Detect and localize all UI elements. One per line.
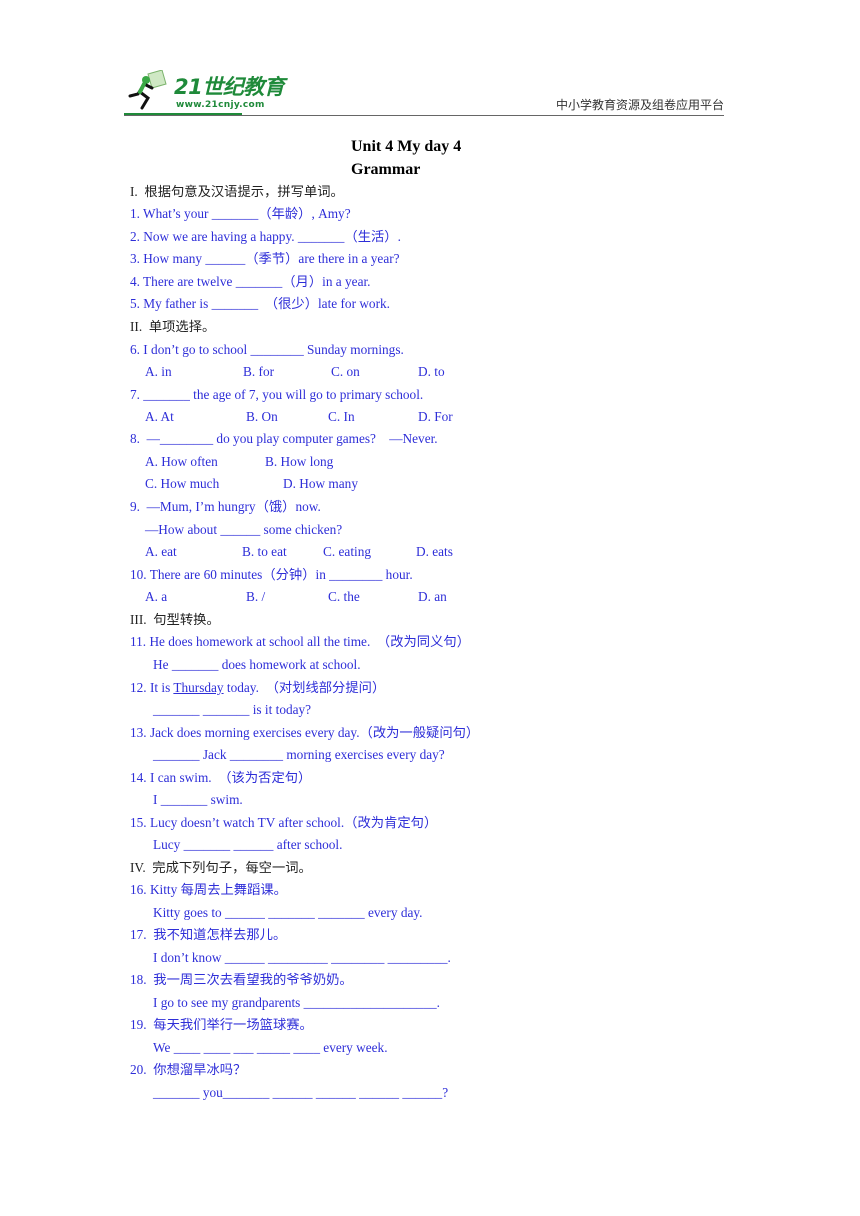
option-9c: C. eating: [323, 544, 372, 559]
question-17-answer: I don’t know ______ _________ ________ _…: [153, 950, 451, 965]
question-14-answer: I _______ swim.: [153, 792, 243, 807]
option-9b: B. to eat: [242, 544, 287, 559]
section-4-heading: IV. 完成下列句子，每空一词。: [130, 860, 312, 875]
section-2-heading: II. 单项选择。: [130, 319, 216, 334]
question-2: 2. Now we are having a happy. _______（生活…: [130, 229, 401, 244]
option-6b: B. for: [243, 364, 275, 379]
question-8: 8. —________ do you play computer games?…: [130, 431, 438, 446]
option-7c: C. In: [328, 409, 355, 424]
section-1-heading: I. 根据句意及汉语提示，拼写单词。: [130, 184, 344, 199]
logo-url: www.21cnjy.com: [176, 100, 265, 110]
question-14: 14. I can swim. （该为否定句）: [130, 770, 312, 785]
doc-title: Unit 4 My day 4: [351, 138, 462, 155]
question-5: 5. My father is _______ （很少）late for wor…: [130, 296, 390, 311]
logo-text: 21世纪教育: [174, 75, 285, 99]
question-19-answer: We ____ ____ ___ _____ ____ every week.: [153, 1040, 388, 1055]
question-12: 12. It is Thursday today. （对划线部分提问）: [130, 680, 385, 696]
section-3-heading: III. 句型转换。: [130, 612, 220, 627]
question-17: 17. 我不知道怎样去那儿。: [130, 927, 287, 942]
page-header: 21世纪教育 www.21cnjy.com 中小学教育资源及组卷应用平台: [124, 66, 724, 116]
option-7d: D. For: [418, 409, 453, 424]
question-1: 1. What’s your _______（年龄）, Amy?: [130, 206, 351, 221]
question-3: 3. How many ______（季节）are there in a yea…: [130, 251, 400, 266]
question-11-answer: He _______ does homework at school.: [153, 657, 361, 672]
question-18-answer: I go to see my grandparents ____________…: [153, 995, 440, 1010]
option-7b: B. On: [246, 409, 278, 424]
question-15: 15. Lucy doesn’t watch TV after school.（…: [130, 815, 438, 830]
question-15-answer: Lucy _______ ______ after school.: [153, 837, 343, 852]
question-12-post: today. （对划线部分提问）: [223, 680, 386, 695]
header-divider: [124, 115, 724, 116]
question-4: 4. There are twelve _______（月）in a year.: [130, 274, 371, 289]
question-6: 6. I don’t go to school ________ Sunday …: [130, 342, 404, 357]
option-8c: C. How much: [145, 476, 220, 491]
question-19: 19. 每天我们举行一场篮球赛。: [130, 1017, 313, 1032]
option-7a: A. At: [145, 409, 174, 424]
option-10c: C. the: [328, 589, 360, 604]
question-16: 16. Kitty 每周去上舞蹈课。: [130, 882, 287, 897]
runner-icon: [128, 70, 167, 110]
option-6d: D. to: [418, 364, 445, 379]
question-11: 11. He does homework at school all the t…: [130, 634, 470, 649]
option-9d: D. eats: [416, 544, 453, 559]
doc-subtitle: Grammar: [351, 161, 421, 178]
question-18: 18. 我一周三次去看望我的爷爷奶奶。: [130, 972, 353, 987]
question-13: 13. Jack does morning exercises every da…: [130, 725, 480, 740]
option-10b: B. /: [246, 589, 266, 604]
question-13-answer: _______ Jack ________ morning exercises …: [153, 747, 445, 762]
platform-tagline: 中小学教育资源及组卷应用平台: [555, 98, 724, 112]
question-20-answer: _______ you_______ ______ ______ ______ …: [153, 1085, 449, 1100]
question-9: 9. —Mum, I’m hungry（饿）now.: [130, 499, 321, 514]
question-10: 10. There are 60 minutes（分钟）in ________ …: [130, 567, 413, 582]
option-8d: D. How many: [283, 476, 358, 491]
question-7: 7. _______ the age of 7, you will go to …: [130, 387, 424, 402]
question-16-answer: Kitty goes to ______ _______ _______ eve…: [153, 905, 423, 920]
question-12-underlined: Thursday: [173, 680, 224, 695]
option-8a: A. How often: [145, 454, 218, 469]
option-8b: B. How long: [265, 454, 334, 469]
option-6c: C. on: [331, 364, 360, 379]
logo: 21世纪教育 www.21cnjy.com: [124, 66, 294, 116]
option-9a: A. eat: [145, 544, 177, 559]
question-20: 20. 你想溜旱冰吗？: [130, 1062, 247, 1077]
option-6a: A. in: [145, 364, 172, 379]
option-10a: A. a: [145, 589, 168, 604]
question-12-pre: 12. It is: [130, 680, 174, 695]
option-10d: D. an: [418, 589, 447, 604]
question-12-answer: _______ _______ is it today?: [153, 702, 312, 717]
question-9-reply: —How about ______ some chicken?: [145, 522, 343, 537]
